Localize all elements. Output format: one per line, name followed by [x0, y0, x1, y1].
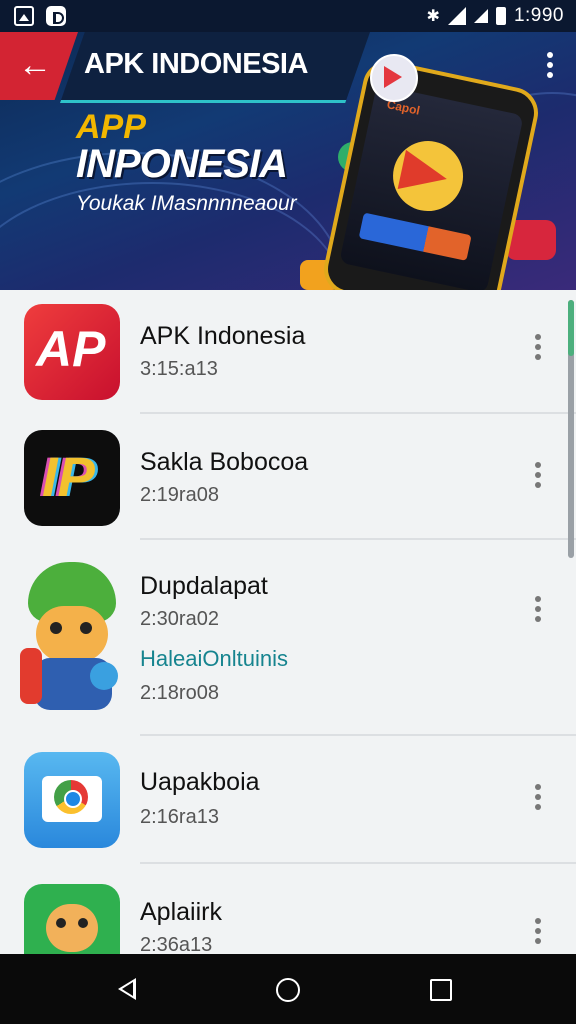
phone-screen-bar	[358, 212, 472, 261]
status-bar: ✱ 1:990	[0, 0, 576, 32]
image-notification-icon	[14, 6, 34, 26]
list-item[interactable]: Aplaiirk 2:36a13	[0, 864, 576, 954]
more-options-button[interactable]	[546, 52, 554, 82]
app-notification-icon	[46, 6, 66, 26]
mascot-app-icon	[20, 562, 124, 712]
app-meta: 2:36a13	[140, 934, 213, 954]
header-banner: Capol ← APK INDONESIA APP INPONESIA Youk…	[0, 32, 576, 290]
list-item[interactable]: IP Sakla Bobocoa 2:19ra08	[0, 414, 576, 540]
list-item[interactable]: AP APK Indonesia 3:15:a13	[0, 290, 576, 414]
page-title: APK INDONESIA	[84, 48, 308, 80]
signal-icon	[473, 9, 488, 23]
arrow-left-icon: ←	[18, 46, 52, 84]
battery-icon	[495, 7, 506, 25]
app-secondary-label: HaleaiOnltuinis	[140, 646, 288, 671]
banner-subtitle: Youkak IMasnnnneaour	[76, 192, 297, 215]
banner-headline: INPONESIA	[76, 142, 288, 186]
app-bar: ← APK INDONESIA	[0, 32, 576, 103]
app-name: Dupdalapat	[140, 572, 268, 600]
item-more-button[interactable]	[534, 596, 542, 626]
play-store-logo-icon	[370, 54, 418, 102]
app-name: APK Indonesia	[140, 322, 306, 350]
apk-indonesia-app-icon: AP	[24, 304, 120, 400]
app-secondary-meta: 2:18ro08	[140, 682, 219, 704]
status-time: 1:990	[513, 5, 564, 26]
app-list: AP APK Indonesia 3:15:a13 IP Sakla Boboc…	[0, 290, 576, 954]
navigation-bar	[0, 954, 576, 1024]
scrollbar-thumb[interactable]	[568, 300, 574, 356]
app-meta: 2:16ra13	[140, 806, 219, 828]
aplaiirk-app-icon	[24, 884, 120, 954]
item-more-button[interactable]	[534, 462, 542, 492]
app-meta: 3:15:a13	[140, 358, 218, 380]
bluetooth-icon: ✱	[426, 8, 440, 25]
nav-home-icon[interactable]	[276, 978, 300, 1002]
sakla-app-icon: IP	[24, 430, 120, 526]
app-name: Sakla Bobocoa	[140, 448, 309, 476]
app-name: Aplaiirk	[140, 898, 222, 926]
item-more-button[interactable]	[534, 784, 542, 814]
item-more-button[interactable]	[534, 918, 542, 948]
nav-recents-icon[interactable]	[430, 979, 452, 1001]
app-meta: 2:30ra02	[140, 608, 219, 630]
uapakboia-app-icon	[24, 752, 120, 848]
item-more-button[interactable]	[534, 334, 542, 364]
list-item[interactable]: Uapakboia 2:16ra13	[0, 736, 576, 864]
bird-logo-icon	[386, 134, 470, 218]
app-name: Uapakboia	[140, 768, 260, 796]
app-meta: 2:19ra08	[140, 484, 219, 506]
phone-screen: Capol	[339, 84, 524, 290]
nav-back-icon[interactable]	[118, 978, 136, 1000]
wifi-icon	[447, 7, 466, 25]
list-item[interactable]: Dupdalapat 2:30ra02 HaleaiOnltuinis 2:18…	[0, 540, 576, 736]
